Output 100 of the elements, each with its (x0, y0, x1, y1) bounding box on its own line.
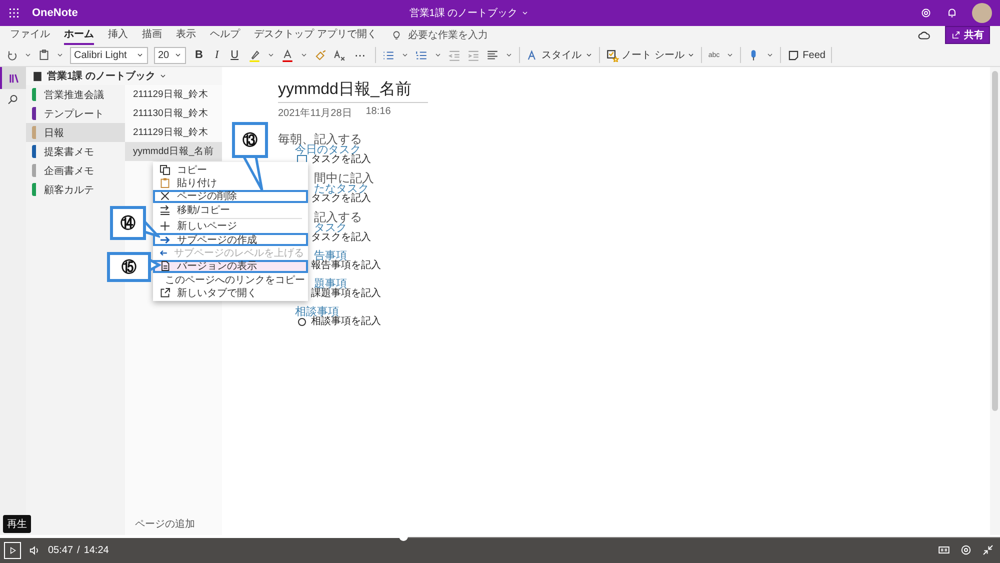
menu-item[interactable]: ページの削除 (153, 190, 308, 204)
clipboard-icon[interactable] (38, 49, 50, 61)
menu-item[interactable]: このページへのリンクをコピー (153, 273, 308, 287)
task-text[interactable]: タスクを記入 (311, 194, 371, 204)
bullet-icon (298, 318, 306, 326)
ribbon-tab[interactable]: ヘルプ (210, 25, 240, 45)
settings-icon[interactable] (920, 7, 932, 19)
task-text[interactable]: タスクを記入 (311, 233, 371, 243)
more-button[interactable]: ⋯ (352, 48, 369, 62)
scrollbar-thumb[interactable] (992, 71, 998, 411)
bold-button[interactable]: B (192, 49, 206, 61)
ribbon-tab[interactable]: ファイル (10, 25, 50, 45)
outline-subheading[interactable]: 今日のタスク (295, 145, 361, 155)
outline-subheading[interactable]: タスク (314, 223, 347, 233)
callout-box: ⑮ (107, 252, 151, 282)
bullet-text[interactable]: 課題事項を記入 (311, 289, 381, 299)
search-icon[interactable] (7, 94, 19, 106)
exit-fullscreen-icon[interactable] (982, 544, 994, 556)
bell-icon[interactable] (946, 7, 958, 19)
feed-button[interactable]: Feed (786, 48, 826, 62)
outline-heading[interactable]: 記入する (314, 212, 362, 223)
caret-icon[interactable] (300, 51, 308, 59)
share-button[interactable]: 共有 (945, 26, 990, 44)
note-tags-button[interactable]: ノート シール (606, 48, 696, 62)
page-item[interactable]: 211129日報_鈴木 (125, 123, 222, 142)
section-item[interactable]: 提案書メモ (26, 142, 125, 161)
caret-icon[interactable] (174, 51, 182, 59)
align-icon[interactable] (486, 48, 499, 62)
ribbon-tab[interactable]: 挿入 (108, 25, 128, 45)
caret-icon[interactable] (24, 51, 32, 59)
menu-item[interactable]: 移動/コピー (153, 203, 308, 217)
caret-icon[interactable] (520, 9, 529, 17)
app-launcher-icon[interactable] (8, 7, 20, 19)
caret-icon[interactable] (136, 51, 144, 59)
caret-icon[interactable] (400, 51, 409, 59)
font-size-field[interactable]: 20 (154, 46, 186, 64)
page-item[interactable]: 211129日報_鈴木 (125, 85, 222, 104)
settings-icon[interactable] (960, 544, 972, 556)
undo-icon[interactable] (6, 49, 18, 61)
duration: 14:24 (84, 544, 109, 556)
ribbon-tab[interactable]: 表示 (176, 25, 196, 45)
underline-button[interactable]: U (228, 49, 242, 61)
caret-icon[interactable] (687, 51, 696, 59)
clear-format-icon[interactable] (332, 48, 346, 62)
caret-icon[interactable] (159, 72, 168, 80)
caret-icon[interactable] (266, 51, 275, 59)
share-icon (951, 30, 961, 40)
menu-item[interactable]: コピー (153, 163, 308, 176)
page-item[interactable]: yymmdd日報_名前 (125, 142, 222, 161)
section-item[interactable]: 日報 (26, 123, 125, 142)
tooltip: 再生 (3, 515, 31, 533)
outline-subheading[interactable]: たなタスク (314, 184, 369, 194)
section-item[interactable]: 企画書メモ (26, 161, 125, 180)
menu-item[interactable]: サブページの作成 (153, 232, 308, 246)
styles-button[interactable]: スタイル (526, 48, 593, 62)
caret-icon[interactable] (766, 51, 774, 59)
captions-icon[interactable] (938, 544, 950, 556)
font-color-icon[interactable] (280, 48, 294, 62)
app-name[interactable]: OneNote (32, 7, 78, 19)
page-title[interactable]: yymmdd日報_名前 (278, 79, 428, 103)
task-text[interactable]: タスクを記入 (311, 155, 371, 165)
section-item[interactable]: 営業推進会議 (26, 85, 125, 104)
caret-icon[interactable] (504, 51, 513, 59)
tag-checkbox-icon (606, 48, 619, 62)
menu-item[interactable]: 新しいタブで開く (153, 286, 308, 300)
section-item[interactable]: 顧客カルテ (26, 180, 125, 199)
open-desktop-link[interactable]: デスクトップ アプリで開く (254, 25, 377, 45)
menu-item[interactable]: 貼り付け (153, 176, 308, 190)
font-field[interactable]: Calibri Light (70, 46, 148, 64)
outline-subheading[interactable]: 題事項 (314, 279, 347, 289)
document-icon (159, 260, 171, 272)
highlighter-icon[interactable] (248, 48, 261, 62)
ribbon-tab[interactable]: 描画 (142, 25, 162, 45)
notebook-title[interactable]: 営業1課 のノートブック (409, 6, 518, 20)
add-page-link[interactable]: ページの追加 (125, 517, 222, 535)
play-button[interactable] (4, 542, 21, 558)
bullet-text[interactable]: 相談事項を記入 (311, 317, 381, 327)
page-item[interactable]: 211130日報_鈴木 (125, 104, 222, 123)
numbered-list-icon[interactable] (414, 48, 428, 62)
outline-heading[interactable]: 毎朝、記入する (278, 134, 362, 145)
outline-heading[interactable]: 間中に記入 (314, 173, 374, 184)
format-painter-icon[interactable] (314, 48, 327, 62)
tell-me-field[interactable]: 必要な作業を入力 (406, 28, 520, 42)
bullet-list-icon[interactable] (382, 48, 395, 62)
current-time: 05:47 (48, 544, 74, 556)
outline-subheading[interactable]: 相談事項 (295, 307, 339, 317)
italic-button[interactable]: I (212, 49, 222, 61)
avatar[interactable] (972, 3, 992, 23)
notebooks-icon[interactable] (8, 72, 20, 84)
caret-icon[interactable] (56, 51, 64, 59)
volume-icon[interactable] (29, 544, 40, 556)
new-window-icon (159, 287, 171, 300)
caret-icon[interactable] (584, 51, 593, 59)
caret-icon[interactable] (726, 51, 734, 59)
page-date: 2021年11月28日 (278, 107, 352, 120)
outline-subheading[interactable]: 告事項 (314, 251, 347, 261)
section-item[interactable]: テンプレート (26, 104, 125, 123)
caret-icon[interactable] (434, 51, 442, 59)
bullet-text[interactable]: 報告事項を記入 (311, 261, 381, 271)
menu-item[interactable]: バージョンの表示 (153, 260, 308, 274)
